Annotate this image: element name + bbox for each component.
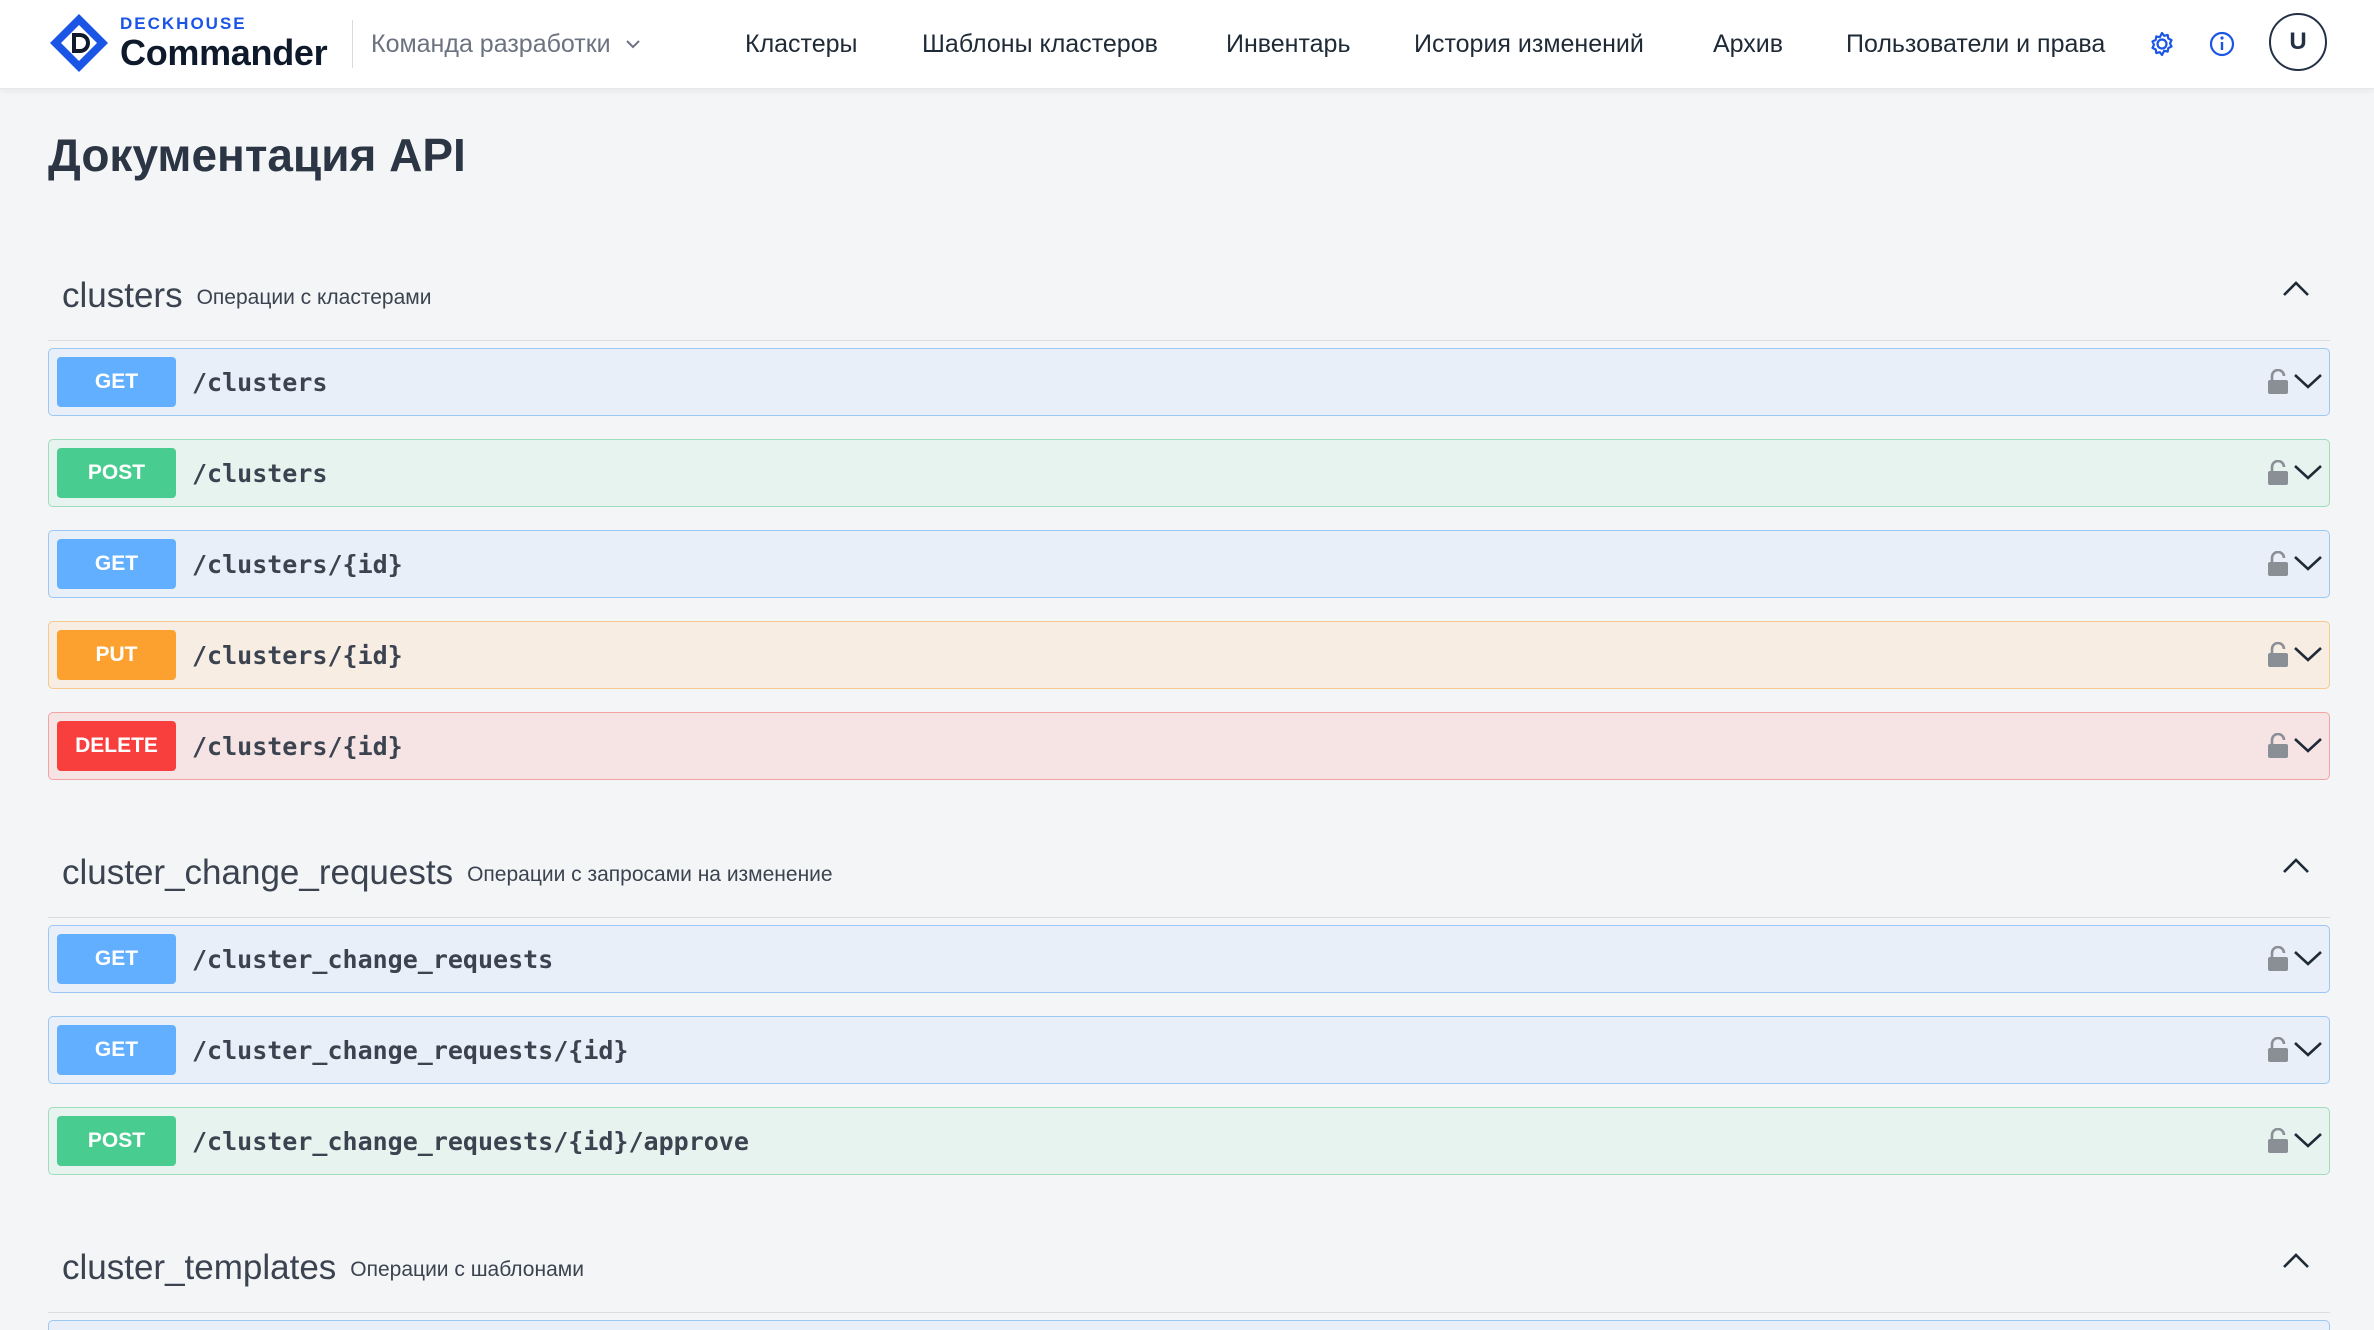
chevron-down-icon[interactable] xyxy=(2293,644,2323,664)
nav-archive[interactable]: Архив xyxy=(1713,24,1783,64)
operation-path: /clusters xyxy=(192,368,328,397)
method-badge: GET xyxy=(57,539,176,589)
lock-open-icon[interactable] xyxy=(2267,551,2289,577)
team-name: Команда разработки xyxy=(371,29,611,58)
lock-open-icon[interactable] xyxy=(2267,1128,2289,1154)
operation-path: /cluster_change_requests/{id} xyxy=(192,1036,629,1065)
chevron-up-icon xyxy=(2283,281,2309,296)
chevron-down-icon xyxy=(625,40,640,49)
nav-inventory[interactable]: Инвентарь xyxy=(1226,24,1351,64)
section-description: Операции с запросами на изменение xyxy=(467,862,833,886)
gear-icon xyxy=(2151,31,2173,57)
nav-clusters[interactable]: Кластеры xyxy=(745,24,858,64)
lock-open-icon[interactable] xyxy=(2267,642,2289,668)
brand-logo[interactable]: DECKHOUSE Commander xyxy=(48,12,328,74)
chevron-down-icon[interactable] xyxy=(2293,553,2323,573)
operation-path: /cluster_change_requests/{id}/approve xyxy=(192,1127,749,1156)
operation-post-clusters[interactable]: POST /clusters xyxy=(48,439,2330,507)
section-description: Операции с шаблонами xyxy=(350,1257,584,1281)
chevron-up-icon xyxy=(2283,1253,2309,1268)
section-name: clusters xyxy=(62,276,183,315)
section-title: cluster_change_requests Операции с запрос… xyxy=(62,853,833,893)
lock-open-icon[interactable] xyxy=(2267,369,2289,395)
info-icon xyxy=(2209,31,2235,57)
operation-path: /clusters xyxy=(192,459,328,488)
chevron-down-icon[interactable] xyxy=(2293,371,2323,391)
section-title: clusters Операции с кластерами xyxy=(62,276,431,316)
nav-change-history[interactable]: История изменений xyxy=(1414,24,1644,64)
team-selector[interactable]: Команда разработки xyxy=(371,24,641,64)
method-badge: POST xyxy=(57,448,176,498)
operation-get-cluster-by-id[interactable]: GET /clusters/{id} xyxy=(48,530,2330,598)
section-description: Операции с кластерами xyxy=(196,285,432,309)
chevron-down-icon[interactable] xyxy=(2293,735,2323,755)
chevron-up-icon xyxy=(2283,858,2309,873)
operation-path: /clusters/{id} xyxy=(192,641,403,670)
top-header: DECKHOUSE Commander Команда разработки К… xyxy=(0,0,2374,89)
deckhouse-logo-icon xyxy=(50,14,108,72)
operation-delete-cluster-by-id[interactable]: DELETE /clusters/{id} xyxy=(48,712,2330,780)
operation-get-change-request-by-id[interactable]: GET /cluster_change_requests/{id} xyxy=(48,1016,2330,1084)
info-button[interactable] xyxy=(2206,28,2238,60)
lock-open-icon[interactable] xyxy=(2267,460,2289,486)
method-badge: GET xyxy=(57,934,176,984)
chevron-down-icon[interactable] xyxy=(2293,1039,2323,1059)
method-badge: GET xyxy=(57,357,176,407)
lock-open-icon[interactable] xyxy=(2267,946,2289,972)
chevron-down-icon[interactable] xyxy=(2293,1130,2323,1150)
operation-partial-next[interactable] xyxy=(48,1320,2330,1330)
operation-put-cluster-by-id[interactable]: PUT /clusters/{id} xyxy=(48,621,2330,689)
operation-get-clusters[interactable]: GET /clusters xyxy=(48,348,2330,416)
method-badge: POST xyxy=(57,1116,176,1166)
section-cluster-templates[interactable]: cluster_templates Операции с шаблонами xyxy=(48,1222,2330,1313)
operation-post-approve-change-request[interactable]: POST /cluster_change_requests/{id}/appro… xyxy=(48,1107,2330,1175)
user-avatar[interactable]: U xyxy=(2269,13,2327,71)
section-cluster-change-requests[interactable]: cluster_change_requests Операции с запрос… xyxy=(48,827,2330,918)
method-badge: DELETE xyxy=(57,721,176,771)
chevron-down-icon[interactable] xyxy=(2293,948,2323,968)
operation-path: /cluster_change_requests xyxy=(192,945,554,974)
section-title: cluster_templates Операции с шаблонами xyxy=(62,1248,584,1288)
settings-button[interactable] xyxy=(2146,28,2178,60)
section-clusters[interactable]: clusters Операции с кластерами xyxy=(48,250,2330,341)
section-name: cluster_change_requests xyxy=(62,853,454,892)
operation-get-change-requests[interactable]: GET /cluster_change_requests xyxy=(48,925,2330,993)
nav-cluster-templates[interactable]: Шаблоны кластеров xyxy=(922,24,1158,64)
lock-open-icon[interactable] xyxy=(2267,1037,2289,1063)
lock-open-icon[interactable] xyxy=(2267,733,2289,759)
page-title: Документация API xyxy=(48,129,466,181)
brand-name: Commander xyxy=(120,32,328,73)
section-name: cluster_templates xyxy=(62,1248,337,1287)
chevron-down-icon[interactable] xyxy=(2293,462,2323,482)
operation-path: /clusters/{id} xyxy=(192,732,403,761)
brand-small-text: DECKHOUSE xyxy=(120,14,247,33)
header-divider xyxy=(352,20,353,68)
method-badge: GET xyxy=(57,1025,176,1075)
nav-users-permissions[interactable]: Пользователи и права xyxy=(1846,24,2105,64)
method-badge: PUT xyxy=(57,630,176,680)
operation-path: /clusters/{id} xyxy=(192,550,403,579)
